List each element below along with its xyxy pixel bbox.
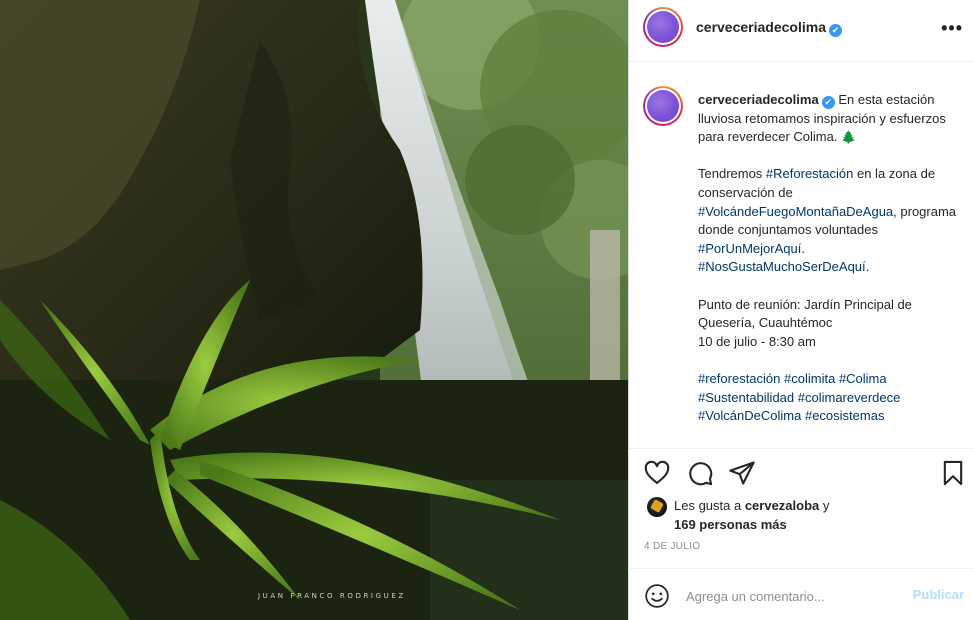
meeting-date-text: 10 de julio - 8:30 am — [698, 333, 816, 349]
comment-input[interactable] — [686, 585, 896, 607]
header-username[interactable]: cerveceriadecolima — [696, 19, 826, 35]
profile-avatar[interactable] — [643, 7, 683, 47]
caption-username[interactable]: cerveceriadecolima — [698, 92, 819, 107]
caption-text-2e: . — [865, 259, 870, 275]
likes-text: Les gusta a cervezaloba y 169 personas m… — [674, 496, 964, 534]
hashtag-link[interactable]: #VolcánDeColima — [698, 408, 801, 423]
post-side-panel: cerveceriadecolima ✔ ••• cerveceriadecoli… — [628, 0, 974, 620]
liker-username[interactable]: cervezaloba — [745, 498, 819, 513]
photo-credit: JUAN FRANCO RODRIGUEZ — [258, 592, 406, 600]
likes-count[interactable]: 169 personas más — [674, 517, 787, 532]
comment-bar: Publicar — [628, 568, 974, 620]
caption-text-2d: . — [801, 240, 805, 256]
likes-prefix: Les gusta a — [674, 498, 745, 513]
likes-middle: y — [819, 498, 830, 513]
verified-badge-icon: ✔ — [828, 24, 842, 37]
post-header: cerveceriadecolima ✔ ••• — [629, 0, 974, 62]
hashtag-link[interactable]: #NosGustaMuchoSerDeAquí — [698, 259, 866, 274]
waterfall-fern-image — [0, 0, 628, 620]
hashtag-link[interactable]: #colimita — [784, 371, 835, 386]
hashtag-link[interactable]: #Sustentabilidad — [698, 390, 794, 405]
more-options-icon[interactable]: ••• — [941, 18, 963, 39]
header-username-block: cerveceriadecolima ✔ — [696, 19, 842, 37]
comment-icon[interactable] — [686, 459, 714, 487]
hashtag-list: #reforestación #colimita #Colima #Susten… — [698, 370, 960, 426]
hashtag-link[interactable]: #ecosistemas — [805, 408, 884, 423]
post-date[interactable]: 4 DE JULIO — [644, 541, 700, 552]
liker-avatar[interactable] — [647, 497, 667, 517]
caption-text-2a: Tendremos — [698, 166, 766, 182]
publish-button[interactable]: Publicar — [913, 587, 964, 602]
hashtag-link[interactable]: #PorUnMejorAquí — [698, 241, 801, 256]
heart-icon[interactable] — [643, 459, 671, 487]
post-caption: cerveceriadecolima ✔ En esta estación llu… — [698, 91, 960, 426]
post-actions — [629, 448, 974, 488]
emoji-icon[interactable] — [644, 583, 670, 609]
hashtag-link[interactable]: #reforestación — [698, 371, 780, 386]
post-photo[interactable]: JUAN FRANCO RODRIGUEZ — [0, 0, 628, 620]
hashtag-link[interactable]: #colimareverdece — [798, 390, 901, 405]
caption-verified-badge-icon: ✔ — [821, 96, 835, 109]
hashtag-link[interactable]: #Reforestación — [766, 166, 853, 181]
caption-avatar[interactable] — [643, 86, 683, 126]
tree-emoji-icon: 🌲 — [841, 130, 857, 145]
bookmark-icon[interactable] — [939, 459, 967, 487]
meeting-point-text: Punto de reunión: Jardín Principal de Qu… — [698, 296, 912, 331]
caption-area: cerveceriadecolima ✔ En esta estación llu… — [629, 62, 974, 448]
hashtag-link[interactable]: #Colima — [839, 371, 887, 386]
hashtag-link[interactable]: #VolcándeFuegoMontañaDeAgua — [698, 204, 893, 219]
share-icon[interactable] — [728, 459, 756, 487]
